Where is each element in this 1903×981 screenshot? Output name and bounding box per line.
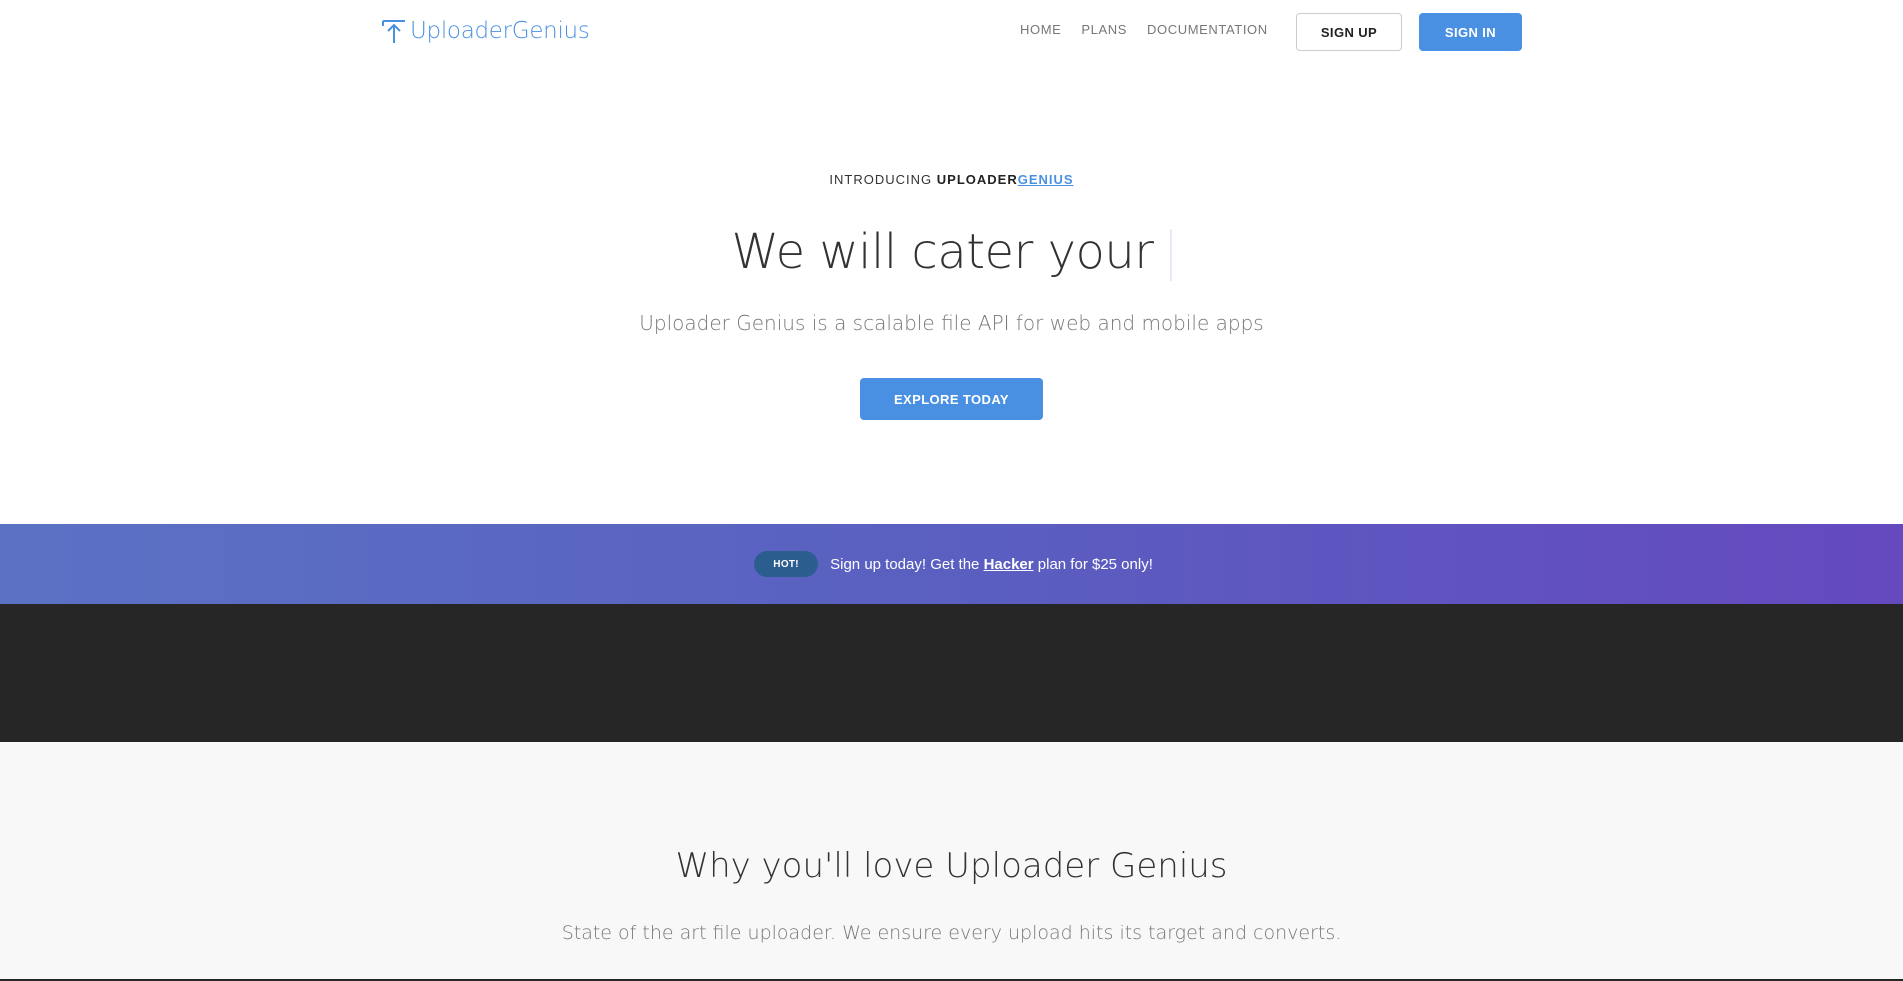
intro-brand-genius: GENIUS [1017, 172, 1074, 187]
logo[interactable]: UploaderGenius [380, 16, 590, 46]
typing-cursor [1169, 229, 1172, 281]
nav-home[interactable]: HOME [1020, 22, 1061, 37]
features-subtitle: State of the art file uploader. We ensur… [561, 922, 1342, 944]
promo-text-before: Sign up today! Get the [830, 555, 984, 573]
intro-prefix: INTRODUCING [829, 172, 933, 187]
hero-subtitle: Uploader Genius is a scalable file API f… [639, 311, 1264, 335]
intro-brand-uploader: UPLOADER [936, 172, 1018, 187]
hacker-plan-link[interactable]: Hacker [984, 556, 1034, 573]
nav-plans[interactable]: PLANS [1081, 22, 1127, 37]
features-title: Why you'll love Uploader Genius [675, 846, 1228, 886]
main-nav: HOME PLANS DOCUMENTATION [1020, 22, 1268, 37]
page: UploaderGenius HOME PLANS DOCUMENTATION … [0, 0, 1903, 981]
promo-text: Sign up today! Get the Hacker plan for $… [830, 556, 1153, 573]
dark-section [0, 604, 1903, 742]
upload-arrow-icon [382, 20, 405, 43]
sign-up-button[interactable]: SIGN UP [1296, 13, 1402, 51]
nav-documentation[interactable]: DOCUMENTATION [1147, 22, 1268, 37]
promo-banner: HOT! Sign up today! Get the Hacker plan … [0, 524, 1903, 604]
explore-today-button[interactable]: EXPLORE TODAY [860, 378, 1043, 420]
logo-text: UploaderGenius [410, 18, 590, 44]
promo-text-after: plan for $25 only! [1033, 555, 1153, 573]
promo-content: HOT! Sign up today! Get the Hacker plan … [754, 551, 1153, 577]
hero-intro: INTRODUCING UPLOADERGENIUS [0, 172, 1903, 187]
hero-title: We will cater your [0, 224, 1903, 281]
sign-in-button[interactable]: SIGN IN [1419, 13, 1522, 51]
features-section: Why you'll love Uploader Genius State of… [0, 742, 1903, 981]
hero-title-text: We will cater your [731, 224, 1154, 280]
top-navbar: UploaderGenius HOME PLANS DOCUMENTATION … [0, 0, 1903, 64]
hot-badge: HOT! [754, 551, 819, 577]
